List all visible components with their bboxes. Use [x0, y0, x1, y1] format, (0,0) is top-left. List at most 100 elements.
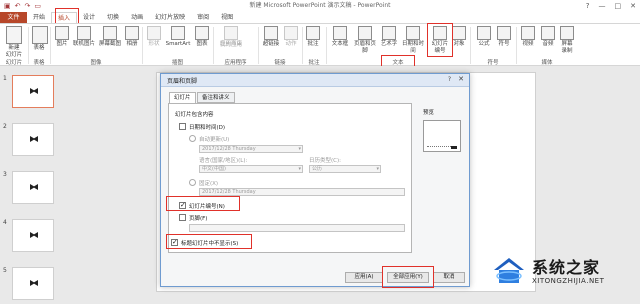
bow-icon [30, 232, 38, 238]
watermark-url: XITONGZHIJIA.NET [532, 277, 605, 285]
language-label: 语言(国家/地区)(L): [199, 158, 248, 164]
date-time-button[interactable]: 日期和时间 [400, 26, 426, 55]
auto-update-date-select[interactable]: 2017/12/28 Thursday ▾ [199, 145, 303, 153]
slide-number-label: 4 [3, 219, 7, 226]
group-label-media: 媒体 [541, 60, 553, 66]
table-icon [32, 26, 48, 44]
cancel-button[interactable]: 取消 [433, 272, 465, 283]
chart-icon [195, 26, 209, 40]
video-button[interactable]: 视频 [520, 26, 536, 48]
tab-review[interactable]: 审阅 [191, 12, 215, 23]
chart-button[interactable]: 图表 [194, 26, 210, 48]
new-slide-button[interactable]: 新建 幻灯片 [4, 26, 24, 59]
pictures-button[interactable]: 图片 [54, 26, 70, 48]
symbol-button[interactable]: 符号 [496, 26, 512, 48]
object-button[interactable]: 对象 [452, 26, 466, 48]
audio-button[interactable]: 音频 [540, 26, 556, 48]
header-footer-button[interactable]: 页眉和页脚 [352, 26, 378, 55]
equation-button[interactable]: 公式 [476, 26, 492, 48]
group-label-slides: 幻灯片 [5, 60, 23, 66]
shapes-icon [147, 26, 161, 40]
slide-number-label: 2 [3, 123, 7, 130]
header-footer-icon [358, 26, 372, 40]
insert-tab-highlight [55, 8, 79, 24]
slide-thumbnail[interactable] [12, 75, 54, 108]
fixed-radio[interactable] [189, 179, 196, 186]
tab-view[interactable]: 视图 [215, 12, 239, 23]
picture-icon [55, 26, 69, 40]
footer-text-input[interactable] [189, 224, 405, 232]
tab-home[interactable]: 开始 [27, 12, 51, 23]
new-slide-icon [6, 26, 22, 44]
auto-update-radio[interactable] [189, 135, 196, 142]
table-button[interactable]: 表格 [32, 26, 48, 52]
tab-design[interactable]: 设计 [77, 12, 101, 23]
wordart-icon [382, 26, 396, 40]
apply-button[interactable]: 应用(A) [345, 272, 383, 283]
apply-all-highlight [382, 266, 434, 288]
smartart-icon [171, 26, 185, 40]
fixed-date-input[interactable]: 2017/12/28 Thursday [199, 188, 405, 196]
symbol-icon [497, 26, 511, 40]
bow-icon [30, 136, 38, 142]
tab-notes-handouts[interactable]: 备注和讲义 [197, 92, 235, 103]
photo-album-button[interactable]: 相册 [124, 26, 140, 48]
slide-thumbnail[interactable] [12, 219, 54, 252]
slide-thumbnail[interactable] [12, 267, 54, 300]
text-box-button[interactable]: 文本框 [330, 26, 350, 48]
shapes-button[interactable]: 形状 [146, 26, 162, 48]
bow-icon [30, 88, 38, 94]
watermark-brand: 系统之家 [532, 258, 601, 277]
dialog-tab-panel: 幻灯片包含内容 日期和时间(D) 自动更新(U) 2017/12/28 Thur… [168, 103, 412, 253]
footer-label: 页脚(F) [189, 216, 208, 222]
minimize-button[interactable]: — [599, 1, 606, 11]
footer-checkbox[interactable] [179, 214, 186, 221]
slide-number-option-highlight [166, 196, 240, 211]
action-button[interactable]: 动作 [284, 26, 298, 48]
slide-thumbnail[interactable] [12, 123, 54, 156]
group-label-images: 图像 [90, 60, 102, 66]
text-box-icon [333, 26, 347, 40]
dialog-close-button[interactable]: ✕ [458, 75, 464, 83]
tab-transitions[interactable]: 切换 [101, 12, 125, 23]
dialog-help-button[interactable]: ? [448, 76, 451, 83]
online-pictures-button[interactable]: 联机图片 [72, 26, 96, 48]
tab-animations[interactable]: 动画 [125, 12, 149, 23]
tab-slide-show[interactable]: 幻灯片放映 [149, 12, 191, 23]
group-label-tables: 表格 [33, 60, 45, 66]
slide-thumbnail[interactable] [12, 171, 54, 204]
tab-file[interactable]: 文件 [0, 12, 27, 23]
hyperlink-button[interactable]: 超链接 [262, 26, 280, 48]
store-icon [224, 26, 238, 40]
preview-label: 预览 [423, 110, 435, 116]
chevron-down-icon: ▾ [298, 146, 301, 152]
calendar-type-label: 日历类型(C): [309, 158, 341, 164]
slide-number-label: 1 [3, 75, 7, 82]
preview-slide-number-placeholder [451, 146, 457, 149]
preview-box [423, 120, 461, 152]
close-button[interactable]: ✕ [630, 1, 636, 11]
screenshot-button[interactable]: 屏幕截图 [98, 26, 122, 48]
group-label-illustrations: 插图 [171, 60, 183, 66]
wordart-button[interactable]: 艺术字 [380, 26, 398, 48]
date-time-checkbox[interactable] [179, 123, 186, 130]
video-icon [521, 26, 535, 40]
group-label-symbols: 符号 [487, 60, 499, 66]
auto-update-label: 自动更新(U) [199, 137, 230, 143]
language-select[interactable]: 中文(中国) ▾ [199, 165, 303, 173]
screen-recording-button[interactable]: 屏幕 录制 [558, 26, 576, 55]
calendar-type-select[interactable]: 公历 ▾ [309, 165, 381, 173]
group-label-links: 链接 [274, 60, 286, 66]
date-time-label: 日期和时间(D) [189, 125, 226, 131]
slide-number-label: 3 [3, 171, 7, 178]
help-icon[interactable]: ? [586, 1, 590, 11]
restore-button[interactable]: □ [615, 1, 622, 11]
my-apps-button[interactable]: 我的应用 [218, 42, 244, 49]
group-label-comments: 批注 [308, 60, 320, 66]
object-icon [452, 26, 466, 40]
chevron-down-icon: ▾ [376, 166, 379, 172]
hide-title-option-highlight [166, 234, 252, 249]
comment-button[interactable]: 批注 [306, 26, 320, 48]
section-title: 幻灯片包含内容 [175, 112, 214, 118]
smartart-button[interactable]: SmartArt [164, 26, 192, 48]
